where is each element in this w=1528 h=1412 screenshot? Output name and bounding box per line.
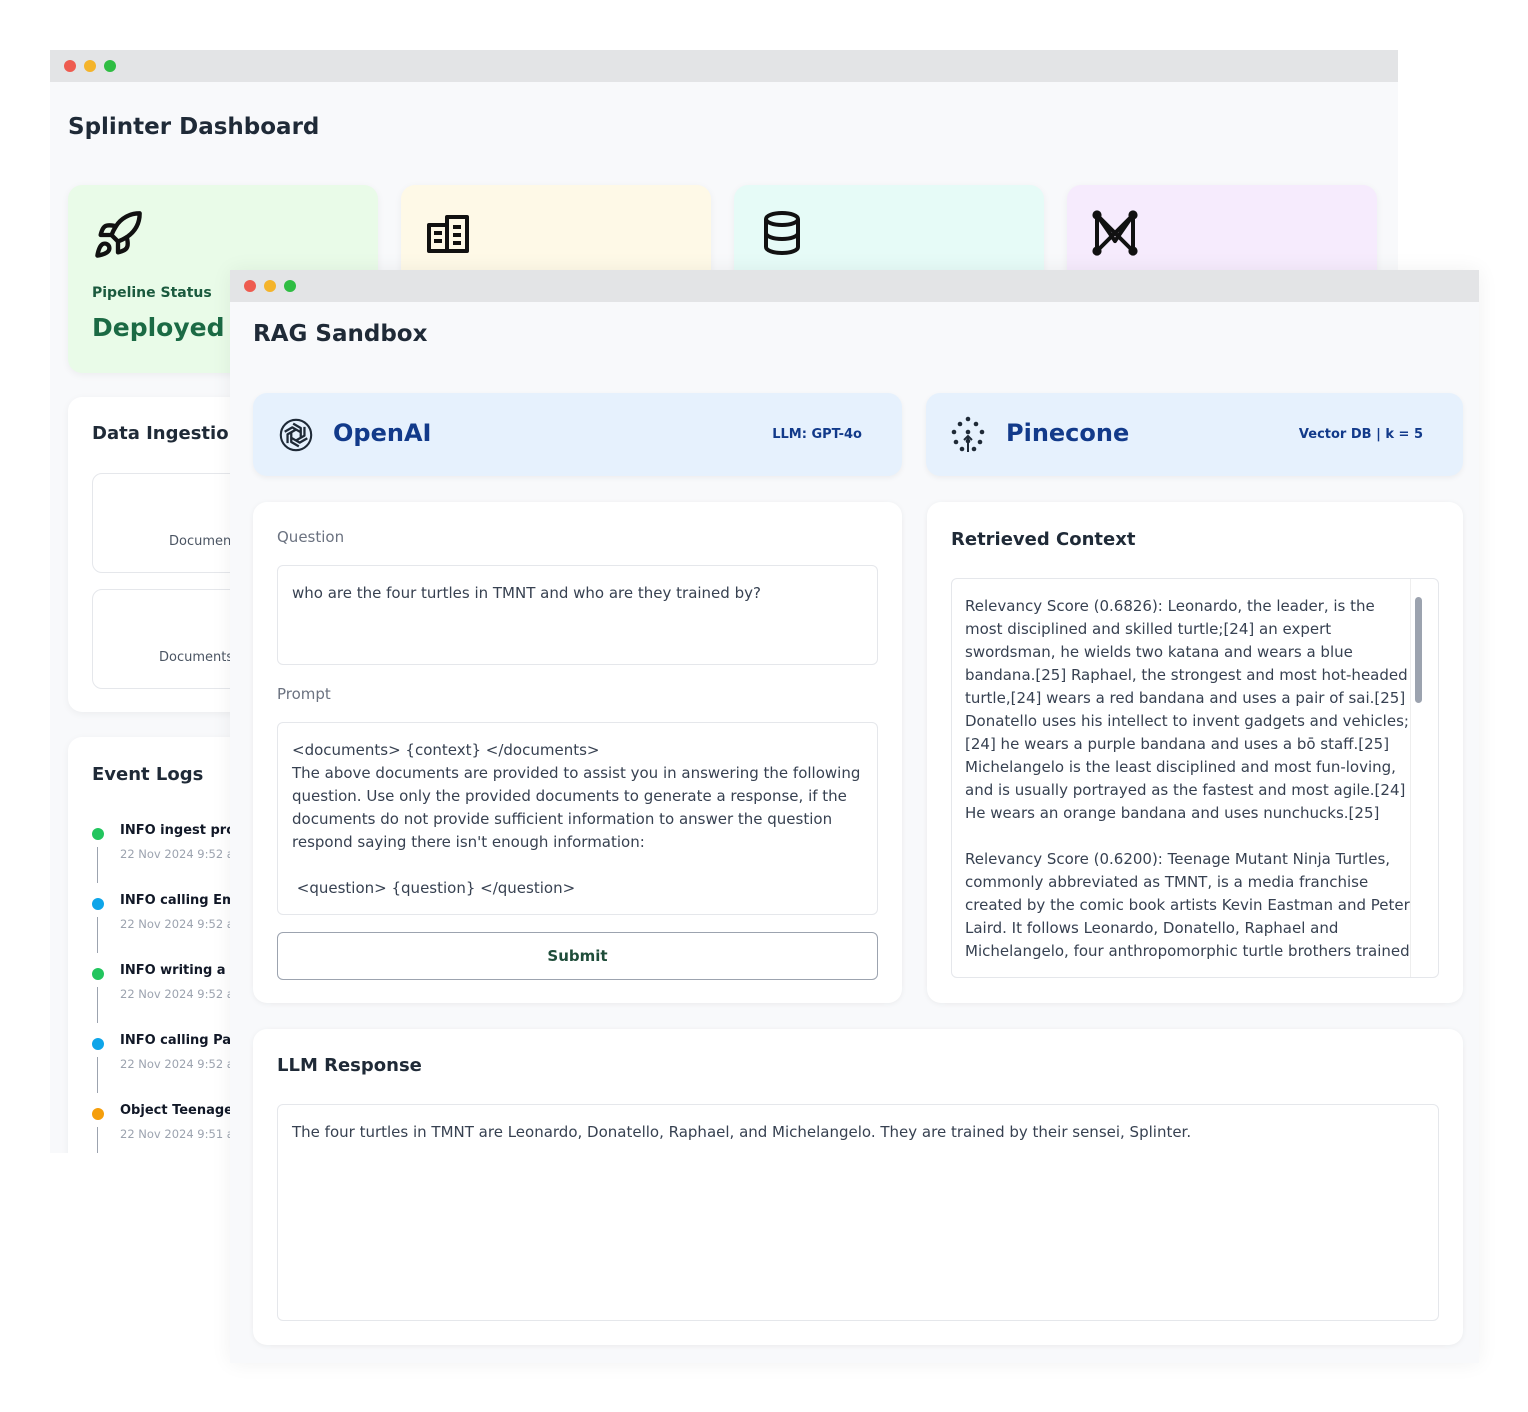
ingestion-box-1-label: Documen — [169, 534, 232, 549]
log-text: INFO calling Emb — [120, 893, 245, 908]
timeline-line — [97, 1127, 98, 1153]
network-icon — [1092, 210, 1138, 256]
llm-provider-card[interactable]: OpenAI LLM: GPT-4o — [253, 393, 902, 476]
log-date: 22 Nov 2024 9:52 ar — [120, 987, 239, 1001]
scrollbar-thumb[interactable] — [1415, 597, 1422, 703]
prompt-input[interactable]: <documents> {context} </documents> The a… — [277, 722, 878, 915]
log-date: 22 Nov 2024 9:52 ar — [120, 847, 239, 861]
llm-response-output: The four turtles in TMNT are Leonardo, D… — [277, 1104, 1439, 1321]
timeline-line — [97, 987, 98, 1023]
vector-db-name: Pinecone — [1006, 419, 1130, 447]
log-status-dot — [92, 828, 104, 840]
log-date: 22 Nov 2024 9:52 ar — [120, 1057, 239, 1071]
rag-sandbox-window: RAG Sandbox OpenAI LLM: GPT-4o Pinecone … — [230, 270, 1479, 1363]
log-status-dot — [92, 898, 104, 910]
retrieved-context-title: Retrieved Context — [951, 529, 1136, 550]
context-item: Relevancy Score (0.6200): Teenage Mutant… — [965, 850, 1410, 960]
dashboard-title: Splinter Dashboard — [68, 114, 320, 140]
llm-response-title: LLM Response — [277, 1055, 422, 1076]
event-logs-title: Event Logs — [92, 764, 204, 785]
log-date: 22 Nov 2024 9:51 an — [120, 1127, 242, 1141]
maximize-window-button[interactable] — [284, 280, 296, 292]
question-label: Question — [277, 528, 345, 546]
scrollbar-track[interactable] — [1410, 579, 1438, 977]
building-icon — [427, 215, 469, 253]
context-item: Relevancy Score (0.6826): Leonardo, the … — [965, 597, 1409, 822]
pipeline-status-value: Deployed — [92, 313, 225, 342]
retrieved-context-box[interactable]: Relevancy Score (0.6826): Leonardo, the … — [951, 578, 1439, 978]
log-text: INFO writing a to — [120, 963, 246, 978]
llm-model-label: LLM: GPT-4o — [772, 427, 862, 442]
log-date: 22 Nov 2024 9:52 ar — [120, 917, 239, 931]
llm-response-card: LLM Response The four turtles in TMNT ar… — [253, 1029, 1463, 1345]
dashboard-titlebar — [50, 50, 1398, 82]
database-icon — [764, 211, 800, 256]
minimize-window-button[interactable] — [84, 60, 96, 72]
context-list: Relevancy Score (0.6826): Leonardo, the … — [965, 595, 1411, 977]
timeline-line — [97, 847, 98, 883]
pinecone-icon — [951, 416, 985, 452]
timeline-line — [97, 1057, 98, 1093]
openai-icon — [279, 418, 313, 452]
pipeline-status-label: Pipeline Status — [92, 285, 212, 301]
close-window-button[interactable] — [64, 60, 76, 72]
log-status-dot — [92, 1108, 104, 1120]
maximize-window-button[interactable] — [104, 60, 116, 72]
submit-button[interactable]: Submit — [277, 932, 878, 980]
llm-provider-name: OpenAI — [333, 419, 432, 447]
close-window-button[interactable] — [244, 280, 256, 292]
log-status-dot — [92, 1038, 104, 1050]
sandbox-title: RAG Sandbox — [253, 321, 428, 347]
retrieved-context-card: Retrieved Context Relevancy Score (0.682… — [927, 502, 1463, 1003]
data-ingestion-title: Data Ingestion — [92, 423, 242, 444]
minimize-window-button[interactable] — [264, 280, 276, 292]
log-status-dot — [92, 968, 104, 980]
rocket-icon — [95, 211, 142, 258]
prompt-label: Prompt — [277, 685, 331, 703]
log-text: INFO calling Part — [120, 1033, 244, 1048]
sandbox-titlebar — [230, 270, 1479, 302]
query-form-card: Question who are the four turtles in TMN… — [253, 502, 902, 1003]
log-text: Object Teenage_ — [120, 1103, 240, 1118]
question-input[interactable]: who are the four turtles in TMNT and who… — [277, 565, 878, 665]
ingestion-box-2-label: Documents — [159, 650, 234, 665]
log-text: INFO ingest proc — [120, 823, 243, 838]
vector-db-config: Vector DB | k = 5 — [1298, 427, 1423, 442]
timeline-line — [97, 917, 98, 953]
vector-db-card[interactable]: Pinecone Vector DB | k = 5 — [926, 393, 1463, 476]
